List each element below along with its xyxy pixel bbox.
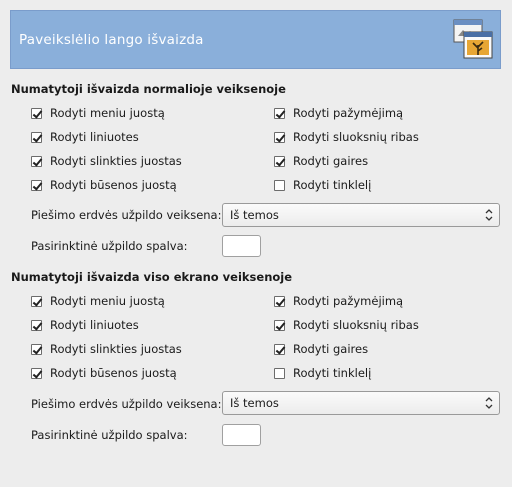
checkbox-show-scrollbars[interactable]: Rodyti slinkties juostas [31, 152, 182, 170]
fill-mode-combo[interactable]: Iš temos [222, 203, 500, 227]
checkbox-label: Rodyti gaires [293, 342, 369, 356]
updown-arrows-icon [485, 209, 493, 221]
checkbox-label: Rodyti būsenos juostą [50, 178, 177, 192]
checkbox-show-selection[interactable]: Rodyti pažymėjimą [274, 104, 403, 122]
checkbox-box[interactable] [274, 155, 285, 167]
checkbox-label: Rodyti liniuotes [50, 318, 139, 332]
checkbox-show-guides[interactable]: Rodyti gaires [274, 152, 368, 170]
checkbox-show-rulers[interactable]: Rodyti liniuotes [31, 128, 139, 146]
updown-arrows-icon [485, 397, 493, 409]
image-window-icon [453, 19, 493, 59]
checkbox-box[interactable] [274, 179, 285, 191]
checkbox-box[interactable] [274, 131, 285, 143]
checkbox-label: Rodyti meniu juostą [50, 294, 165, 308]
checkbox-box[interactable] [31, 295, 42, 307]
checkbox-box[interactable] [274, 343, 285, 355]
checkbox-show-selection[interactable]: Rodyti pažymėjimą [274, 292, 403, 310]
checkbox-show-grid[interactable]: Rodyti tinklelį [274, 364, 371, 382]
checkbox-label: Rodyti tinklelį [293, 178, 372, 192]
checkbox-label: Rodyti tinklelį [293, 366, 372, 380]
custom-color-button[interactable] [222, 235, 261, 257]
checkbox-label: Rodyti slinkties juostas [50, 342, 182, 356]
custom-color-label: Pasirinktinė užpildo spalva: [31, 239, 188, 253]
section-title-normal: Numatytoji išvaizda normalioje veiksenoj… [11, 82, 286, 96]
checkbox-box[interactable] [31, 155, 42, 167]
section-title-fullscreen: Numatytoji išvaizda viso ekrano veikseno… [11, 270, 293, 284]
checkbox-label: Rodyti būsenos juostą [50, 366, 177, 380]
checkbox-label: Rodyti meniu juostą [50, 106, 165, 120]
checkbox-box[interactable] [274, 319, 285, 331]
checkbox-label: Rodyti sluoksnių ribas [293, 318, 419, 332]
checkbox-show-scrollbars[interactable]: Rodyti slinkties juostas [31, 340, 182, 358]
checkbox-box[interactable] [31, 179, 42, 191]
checkbox-label: Rodyti liniuotes [50, 130, 139, 144]
checkbox-show-menubar[interactable]: Rodyti meniu juostą [31, 104, 165, 122]
checkbox-box[interactable] [31, 131, 42, 143]
fill-mode-value: Iš temos [230, 208, 279, 222]
checkbox-show-statusbar[interactable]: Rodyti būsenos juostą [31, 176, 177, 194]
checkbox-box[interactable] [31, 107, 42, 119]
checkbox-box[interactable] [274, 367, 285, 379]
checkbox-show-menubar[interactable]: Rodyti meniu juostą [31, 292, 165, 310]
checkbox-box[interactable] [274, 295, 285, 307]
checkbox-box[interactable] [31, 343, 42, 355]
checkbox-show-guides[interactable]: Rodyti gaires [274, 340, 368, 358]
custom-color-button[interactable] [222, 424, 261, 446]
fill-mode-combo[interactable]: Iš temos [222, 391, 500, 415]
checkbox-box[interactable] [274, 107, 285, 119]
checkbox-show-rulers[interactable]: Rodyti liniuotes [31, 316, 139, 334]
checkbox-label: Rodyti pažymėjimą [293, 106, 404, 120]
checkbox-box[interactable] [31, 367, 42, 379]
checkbox-box[interactable] [31, 319, 42, 331]
checkbox-label: Rodyti gaires [293, 154, 369, 168]
checkbox-show-grid[interactable]: Rodyti tinklelį [274, 176, 371, 194]
fill-mode-value: Iš temos [230, 396, 279, 410]
checkbox-label: Rodyti sluoksnių ribas [293, 130, 419, 144]
checkbox-show-statusbar[interactable]: Rodyti būsenos juostą [31, 364, 177, 382]
dialog-header: Paveikslėlio lango išvaizda [10, 10, 501, 69]
checkbox-show-layer-boundary[interactable]: Rodyti sluoksnių ribas [274, 128, 419, 146]
checkbox-show-layer-boundary[interactable]: Rodyti sluoksnių ribas [274, 316, 419, 334]
fill-mode-label: Piešimo erdvės užpildo veiksena: [31, 397, 222, 411]
fill-mode-label: Piešimo erdvės užpildo veiksena: [31, 208, 222, 222]
checkbox-label: Rodyti pažymėjimą [293, 294, 404, 308]
checkbox-label: Rodyti slinkties juostas [50, 154, 182, 168]
page-title: Paveikslėlio lango išvaizda [19, 32, 204, 48]
custom-color-label: Pasirinktinė užpildo spalva: [31, 428, 188, 442]
